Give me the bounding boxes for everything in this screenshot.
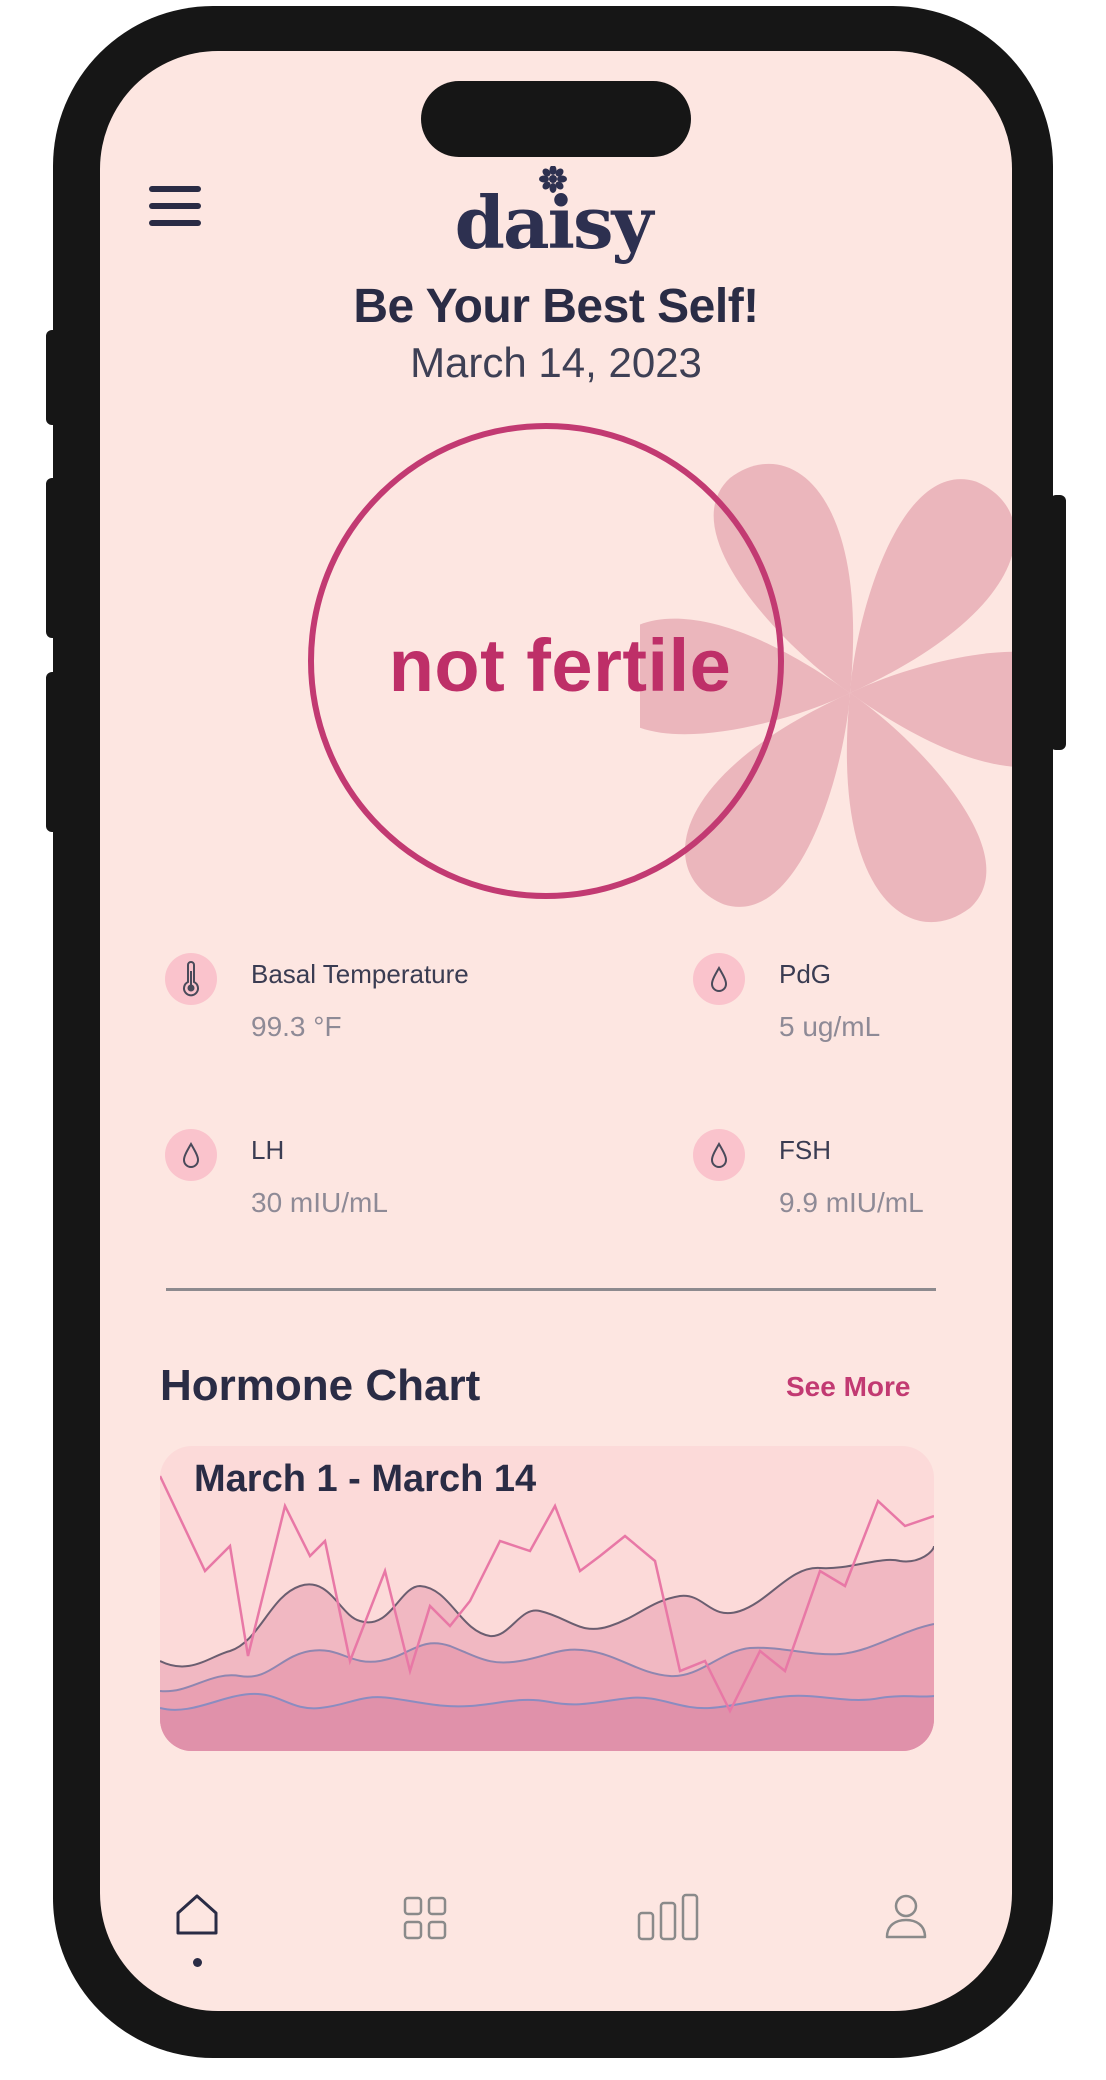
hormone-chart-card[interactable]: March 1 - March 14 — [160, 1446, 934, 1751]
svg-text:daisy: daisy — [455, 180, 656, 265]
profile-icon[interactable] — [884, 1892, 928, 1940]
volume-up-button — [46, 478, 60, 638]
metric-value: 99.3 °F — [251, 1011, 342, 1042]
chart-date-range: March 1 - March 14 — [194, 1458, 537, 1500]
bar-chart-icon[interactable] — [637, 1893, 699, 1941]
section-divider — [166, 1288, 936, 1291]
droplet-icon — [693, 1129, 745, 1181]
side-button — [46, 330, 60, 425]
metric-value: 30 mIU/mL — [251, 1187, 388, 1218]
hormone-chart-title: Hormone Chart — [160, 1361, 481, 1410]
thermometer-icon — [165, 953, 217, 1005]
menu-icon[interactable] — [149, 186, 201, 232]
active-indicator-dot — [193, 1958, 202, 1967]
droplet-icon — [693, 953, 745, 1005]
greeting-headline: Be Your Best Self! — [353, 280, 759, 333]
app-screen: daisy Be Your Best Self! March 14, 2023 … — [100, 51, 1012, 2011]
dynamic-island — [421, 81, 691, 157]
see-more-link[interactable]: See More — [786, 1371, 911, 1403]
volume-down-button — [46, 672, 60, 832]
home-icon[interactable] — [174, 1891, 220, 1937]
metric-label: Basal Temperature — [251, 959, 469, 989]
power-button — [1050, 495, 1066, 750]
fertility-status: not fertile — [388, 624, 732, 707]
current-date: March 14, 2023 — [410, 339, 702, 386]
droplet-icon — [165, 1129, 217, 1181]
metric-label: PdG — [779, 959, 832, 989]
metric-label: LH — [251, 1135, 285, 1165]
daisy-logo: daisy — [455, 166, 658, 265]
metric-value: 5 ug/mL — [779, 1011, 881, 1042]
metric-label: FSH — [779, 1135, 831, 1165]
metric-value: 9.9 mIU/mL — [779, 1187, 924, 1218]
grid-icon[interactable] — [403, 1896, 447, 1940]
